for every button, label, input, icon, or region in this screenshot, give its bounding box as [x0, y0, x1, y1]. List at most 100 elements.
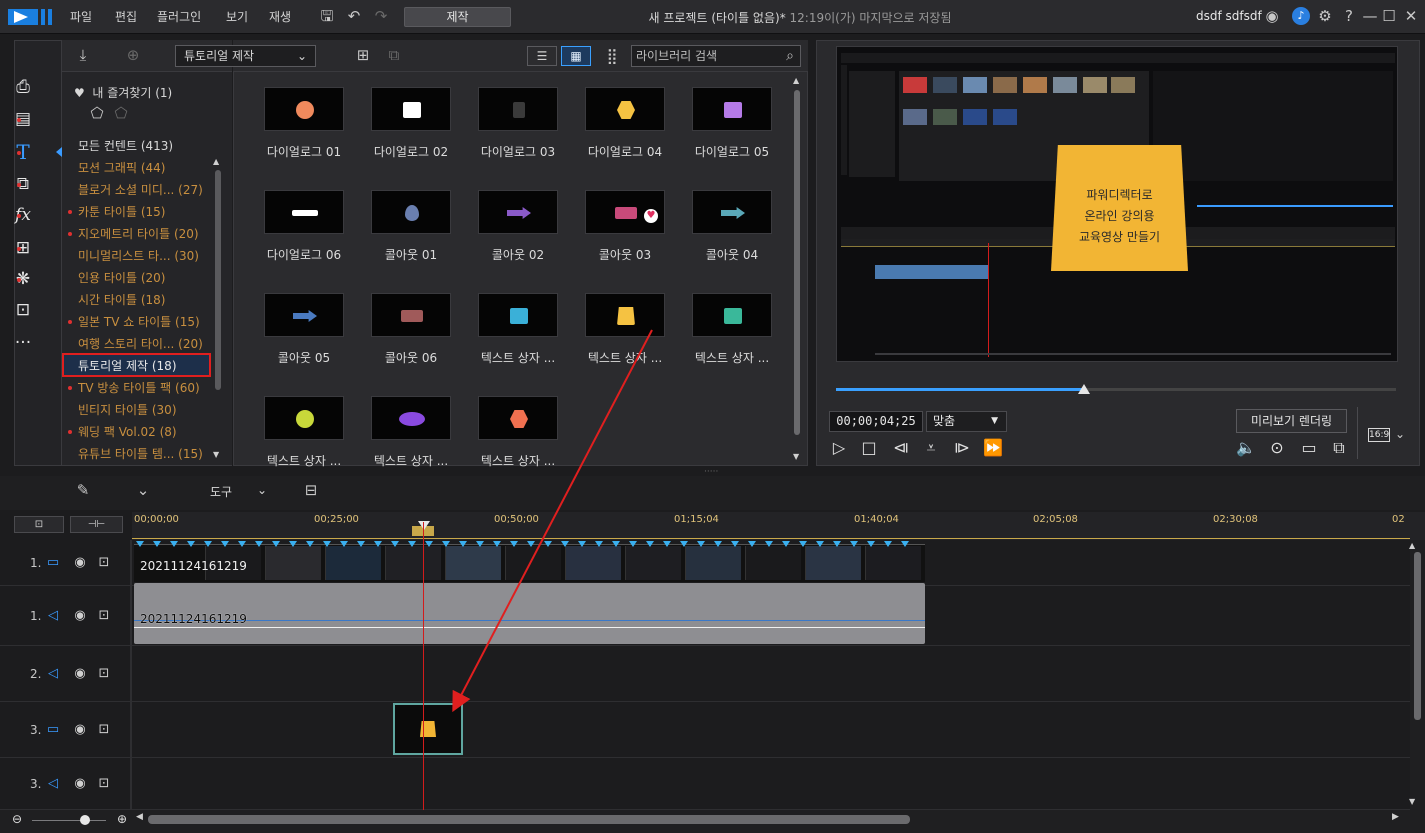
audio-track-icon[interactable]: ◁ — [45, 666, 61, 682]
save-icon[interactable]: 🖫 — [318, 7, 336, 25]
grid-item-thumbnail[interactable] — [692, 87, 772, 131]
tree-item[interactable]: 모든 컨텐트 (413) — [78, 137, 173, 154]
tree-item[interactable]: 인용 타이틀 (20) — [78, 269, 165, 286]
menu-edit[interactable]: 편집 — [115, 8, 137, 25]
grid-item-thumbnail[interactable] — [371, 293, 451, 337]
overlay-room-icon[interactable]: ⊞ — [10, 237, 36, 259]
audio-track-icon[interactable]: ◁ — [45, 608, 61, 624]
timeline-vscroll[interactable] — [1410, 540, 1425, 810]
tree-item[interactable]: 지오메트리 타이틀 (20) — [78, 225, 199, 242]
hscroll-left-icon[interactable]: ◀ — [136, 812, 143, 822]
timeline-hscroll[interactable] — [148, 815, 910, 824]
video-track-icon[interactable]: ▭ — [45, 555, 61, 571]
lock-icon[interactable]: ⊡ — [96, 555, 112, 571]
sort-icon[interactable]: ⣿ — [603, 47, 621, 65]
grid-item-thumbnail[interactable] — [371, 190, 451, 234]
vscroll-down-icon[interactable]: ▼ — [1409, 797, 1415, 806]
subtitle-edit-icon[interactable]: ⊟ — [302, 481, 320, 499]
tree-item[interactable]: 블로거 소셜 미디... (27) — [78, 181, 203, 198]
scrubber-handle[interactable] — [1078, 384, 1090, 394]
menu-playback[interactable]: 재생 — [269, 8, 291, 25]
audio-track-icon[interactable]: ◁ — [45, 776, 61, 792]
undo-icon[interactable]: ↶ — [345, 7, 363, 25]
download-icon[interactable]: ⊕ — [124, 46, 142, 64]
grid-item-thumbnail[interactable]: ♥ — [585, 190, 665, 234]
modify-title-icon[interactable]: ⧉ — [385, 46, 403, 64]
title-room-icon[interactable]: T — [10, 141, 36, 163]
zoom-slider-handle[interactable] — [80, 815, 90, 825]
grid-item-thumbnail[interactable] — [264, 190, 344, 234]
remove-tag-icon[interactable]: ⬠ — [112, 104, 130, 122]
visibility-eye-icon[interactable]: ◉ — [72, 608, 88, 624]
stop-icon[interactable]: □ — [858, 438, 880, 458]
search-icon[interactable]: ⌕ — [786, 46, 794, 66]
visibility-eye-icon[interactable]: ◉ — [72, 666, 88, 682]
tree-item[interactable]: 유튜브 타이틀 템... (15) — [78, 445, 203, 462]
grid-item-thumbnail[interactable] — [692, 293, 772, 337]
grid-item-thumbnail[interactable] — [264, 396, 344, 440]
grid-scroll-up-icon[interactable]: ▲ — [793, 76, 799, 85]
track-manager-icon[interactable]: ⊡ — [14, 516, 64, 533]
tree-item[interactable]: 일본 TV 쇼 타이틀 (15) — [78, 313, 200, 330]
tree-item[interactable]: 웨딩 팩 Vol.02 (8) — [78, 423, 177, 440]
tree-item[interactable]: TV 방송 타이틀 팩 (60) — [78, 379, 200, 396]
settings-icon[interactable]: ⚙ — [1316, 7, 1334, 25]
tree-item[interactable]: 모션 그래픽 (44) — [78, 159, 165, 176]
preview-title-card[interactable]: 파워디렉터로 온라인 강의용 교육영상 만들기 — [1051, 145, 1188, 271]
timecode-display[interactable]: 00;00;04;25 — [829, 411, 923, 432]
close-icon[interactable]: ✕ — [1402, 7, 1420, 25]
room-select[interactable]: 튜토리얼 제작 ⌄ — [175, 45, 316, 67]
tree-item[interactable]: 여행 스토리 타이... (20) — [78, 335, 203, 352]
tree-item[interactable]: 시간 타이틀 (18) — [78, 291, 165, 308]
zoom-out-icon[interactable]: ⊖ — [12, 812, 22, 826]
undock-icon[interactable]: ⧉ — [1328, 438, 1350, 458]
subtitle-room-icon[interactable]: ⊡ — [10, 299, 36, 321]
grid-item-thumbnail[interactable] — [478, 87, 558, 131]
zoom-fit-select[interactable]: 맞춤 ▼ — [926, 411, 1007, 432]
grid-scroll-down-icon[interactable]: ▼ — [793, 452, 799, 461]
playhead-handle[interactable] — [418, 521, 430, 530]
account-icon[interactable]: ◉ — [1263, 7, 1281, 25]
pen-icon[interactable]: ✎ — [74, 481, 92, 499]
particle-room-icon[interactable]: ❋ — [10, 268, 36, 290]
template-room-icon[interactable]: ▤ — [10, 108, 36, 130]
vscroll-thumb[interactable] — [1414, 552, 1421, 720]
prev-frame-icon[interactable]: ⧏ — [890, 438, 912, 458]
library-search-input[interactable]: 라이브러리 검색 ⌕ — [631, 45, 801, 67]
tools-menu[interactable]: 도구 — [210, 483, 232, 500]
add-tag-icon[interactable]: ⬠ — [88, 104, 106, 122]
maximize-icon[interactable]: ☐ — [1380, 7, 1398, 25]
grid-item-thumbnail[interactable] — [585, 87, 665, 131]
lock-icon[interactable]: ⊡ — [96, 608, 112, 624]
grid-item-thumbnail[interactable] — [478, 190, 558, 234]
snapshot-icon[interactable]: ⊙ — [1266, 438, 1288, 458]
list-view-icon[interactable]: ☰ — [527, 46, 557, 66]
tree-item[interactable]: 빈티지 타이틀 (30) — [78, 401, 177, 418]
zoom-in-icon[interactable]: ⊕ — [117, 812, 127, 826]
mode-produce-button[interactable]: 제작 — [404, 7, 511, 27]
grid-item-thumbnail[interactable] — [264, 293, 344, 337]
visibility-eye-icon[interactable]: ◉ — [72, 722, 88, 738]
aspect-dropdown-icon[interactable]: ⌄ — [1395, 427, 1405, 441]
mark-icon[interactable]: ⩡ — [920, 438, 942, 458]
menu-plugins[interactable]: 플러그인 — [157, 8, 201, 25]
redo-icon[interactable]: ↷ — [372, 7, 390, 25]
grid-item-thumbnail[interactable] — [692, 190, 772, 234]
app-logo[interactable] — [8, 7, 54, 27]
preview-render-button[interactable]: 미리보기 렌더링 — [1236, 409, 1347, 433]
next-frame-icon[interactable]: ⧐ — [951, 438, 973, 458]
dropdown-circle-icon[interactable]: ⌄ — [134, 481, 152, 499]
fast-forward-icon[interactable]: ⏩ — [982, 438, 1004, 458]
user-name[interactable]: dsdf sdfsdf — [1196, 9, 1262, 23]
import-icon[interactable]: ⤓ — [74, 46, 92, 64]
media-room-icon[interactable]: ⎙ — [10, 76, 36, 98]
grid-view-icon[interactable]: ▦ — [561, 46, 591, 66]
fit-timeline-icon[interactable]: ⊣⊢ — [70, 516, 123, 533]
menu-file[interactable]: 파일 — [70, 8, 92, 25]
tree-scroll-down-icon[interactable]: ▼ — [213, 450, 219, 459]
favorite-heart-icon[interactable]: ♥ — [644, 209, 658, 223]
help-icon[interactable]: ? — [1340, 7, 1358, 25]
play-icon[interactable]: ▷ — [828, 438, 850, 458]
tree-item[interactable]: 카툰 타이틀 (15) — [78, 203, 165, 220]
lock-icon[interactable]: ⊡ — [96, 666, 112, 682]
